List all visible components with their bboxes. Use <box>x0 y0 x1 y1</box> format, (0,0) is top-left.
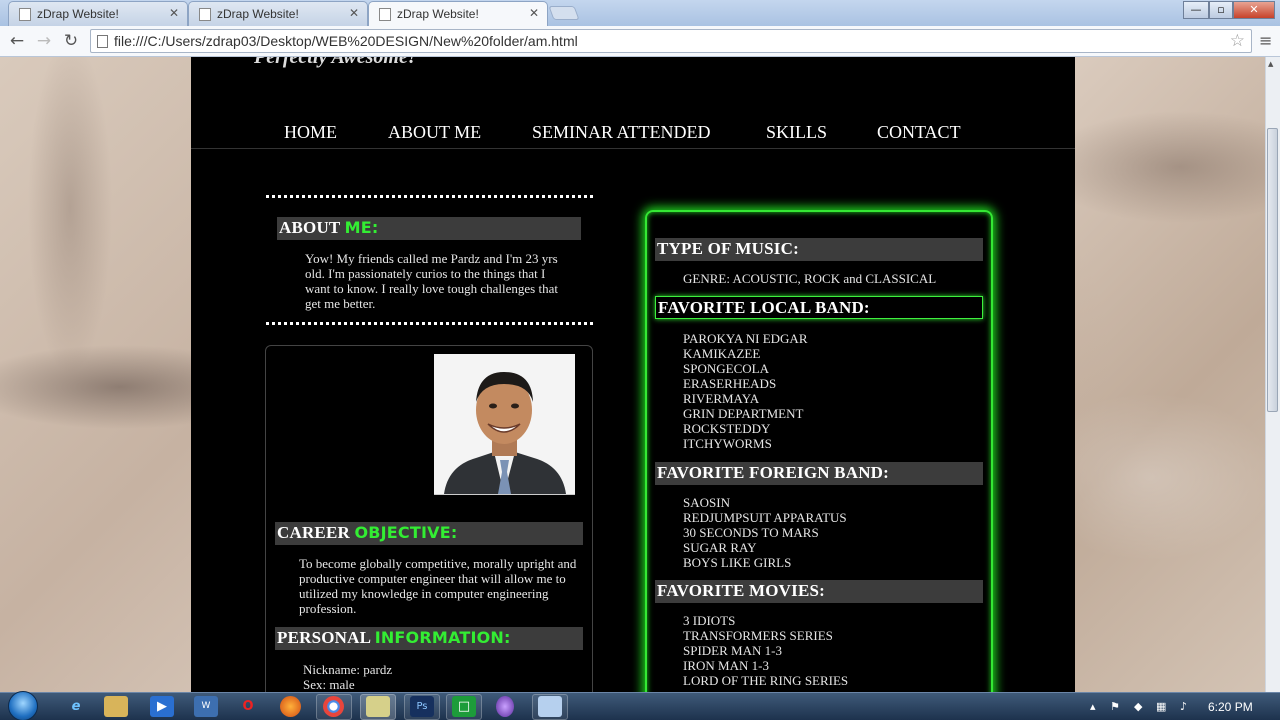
heading-accent: OBJECTIVE: <box>354 523 458 542</box>
type-of-music-heading: TYPE OF MUSIC: <box>655 238 983 261</box>
foreign-band-item: 30 SECONDS TO MARS <box>683 525 819 540</box>
divider <box>266 322 593 325</box>
music-genre: GENRE: ACOUSTIC, ROCK and CLASSICAL <box>683 271 937 286</box>
personal-sex: Sex: male <box>303 677 355 692</box>
firefox-icon[interactable] <box>280 696 301 717</box>
career-objective-text: To become globally competitive, morally … <box>299 556 577 616</box>
back-arrow-icon[interactable]: ← <box>6 30 28 52</box>
tab-1[interactable]: zDrap Website! ✕ <box>8 1 188 26</box>
forward-arrow-icon[interactable]: → <box>33 30 55 52</box>
close-tab-icon[interactable]: ✕ <box>169 6 179 20</box>
local-band-item: PAROKYA NI EDGAR <box>683 331 808 346</box>
nav-home[interactable]: HOME <box>284 122 337 143</box>
tray-flag-icon[interactable]: ⚑ <box>1110 700 1120 713</box>
tray-network-icon[interactable]: ▦ <box>1156 700 1166 713</box>
address-bar[interactable]: file:///C:/Users/zdrap03/Desktop/WEB%20D… <box>90 29 1252 53</box>
bookmark-star-icon[interactable]: ☆ <box>1230 31 1245 51</box>
local-band-item: KAMIKAZEE <box>683 346 761 361</box>
personal-information-heading: PERSONAL INFORMATION: <box>275 627 583 650</box>
page-viewport: Perfectly Awesome! HOME ABOUT ME SEMINAR… <box>0 57 1265 692</box>
maximize-button[interactable]: ▫ <box>1209 1 1233 19</box>
movie-item: TRANSFORMERS SERIES <box>683 628 833 643</box>
local-band-item: ROCKSTEDDY <box>683 421 771 436</box>
file-explorer-icon[interactable] <box>104 696 128 717</box>
site-title: Perfectly Awesome! <box>254 57 416 68</box>
new-tab-button[interactable] <box>548 6 580 20</box>
notepad-icon[interactable] <box>366 696 390 717</box>
heading-text: CAREER <box>277 523 355 542</box>
heading-text: ABOUT <box>279 218 345 237</box>
movie-item: IRON MAN 1-3 <box>683 658 769 673</box>
browser-titlebar: zDrap Website! ✕ zDrap Website! ✕ zDrap … <box>0 0 1280 26</box>
personal-nickname: Nickname: pardz <box>303 662 393 677</box>
tray-security-icon[interactable]: ◆ <box>1134 700 1142 713</box>
page-favicon-icon <box>199 8 211 21</box>
windows-taskbar: e ▶ W O Ps □ ▴ ⚑ ◆ ▦ ♪ 6:20 PM <box>0 691 1280 720</box>
foreign-band-item: BOYS LIKE GIRLS <box>683 555 792 570</box>
career-objective-heading: CAREER OBJECTIVE: <box>275 522 583 545</box>
internet-explorer-icon[interactable]: e <box>64 696 88 717</box>
favorite-foreign-band-heading: FAVORITE FOREIGN BAND: <box>655 462 983 485</box>
scroll-up-arrow-icon[interactable]: ▲ <box>1268 60 1273 68</box>
tray-arrow-icon[interactable]: ▴ <box>1090 700 1096 713</box>
foreign-band-item: REDJUMPSUIT APPARATUS <box>683 510 847 525</box>
media-player-icon[interactable]: ▶ <box>150 696 174 717</box>
tab-title: zDrap Website! <box>217 7 299 21</box>
nav-skills[interactable]: SKILLS <box>766 122 827 143</box>
foreign-band-item: SAOSIN <box>683 495 730 510</box>
movie-item: SPIDER MAN 1-3 <box>683 643 782 658</box>
local-band-item: SPONGECOLA <box>683 361 769 376</box>
camtasia-icon[interactable]: □ <box>452 696 476 717</box>
divider <box>266 195 593 198</box>
start-button[interactable] <box>8 691 38 720</box>
close-tab-icon[interactable]: ✕ <box>529 6 539 20</box>
heading-text: PERSONAL <box>277 628 375 647</box>
minimize-button[interactable]: — <box>1183 1 1209 19</box>
taskbar-clock[interactable]: 6:20 PM <box>1208 700 1253 714</box>
media-icon[interactable] <box>496 696 514 717</box>
page-icon <box>97 35 108 48</box>
about-me-text: Yow! My friends called me Pardz and I'm … <box>305 251 558 311</box>
movie-item: LORD OF THE RING SERIES <box>683 673 849 688</box>
nav-seminar-attended[interactable]: SEMINAR ATTENDED <box>532 122 711 143</box>
page-favicon-icon <box>19 8 31 21</box>
tab-title: zDrap Website! <box>37 7 119 21</box>
favorite-movies-heading: FAVORITE MOVIES: <box>655 580 983 603</box>
favorite-local-band-heading: FAVORITE LOCAL BAND: <box>655 296 983 319</box>
movie-item: 3 IDIOTS <box>683 613 736 628</box>
url-text: file:///C:/Users/zdrap03/Desktop/WEB%20D… <box>114 33 578 49</box>
window-icon[interactable] <box>538 696 562 717</box>
page-favicon-icon <box>379 8 391 21</box>
heading-accent: INFORMATION: <box>374 628 511 647</box>
heading-accent: ME: <box>344 218 379 237</box>
about-me-heading: ABOUT ME: <box>277 217 581 240</box>
photo-underline <box>434 494 575 495</box>
nav-about-me[interactable]: ABOUT ME <box>388 122 481 143</box>
tab-2[interactable]: zDrap Website! ✕ <box>188 1 368 26</box>
word-icon[interactable]: W <box>194 696 218 717</box>
nav-contact[interactable]: CONTACT <box>877 122 961 143</box>
profile-photo <box>434 354 575 494</box>
tab-3-active[interactable]: zDrap Website! ✕ <box>368 1 548 26</box>
tab-title: zDrap Website! <box>397 7 479 21</box>
tray-volume-icon[interactable]: ♪ <box>1180 700 1187 713</box>
local-band-item: RIVERMAYA <box>683 391 760 406</box>
local-band-item: ERASERHEADS <box>683 376 777 391</box>
browser-menu-icon[interactable]: ≡ <box>1259 31 1272 50</box>
opera-icon[interactable]: O <box>236 696 260 717</box>
reload-icon[interactable]: ↻ <box>60 30 82 52</box>
local-band-item: ITCHYWORMS <box>683 436 772 451</box>
local-band-item: GRIN DEPARTMENT <box>683 406 804 421</box>
close-tab-icon[interactable]: ✕ <box>349 6 359 20</box>
page-content: Perfectly Awesome! HOME ABOUT ME SEMINAR… <box>191 57 1075 692</box>
chrome-icon[interactable] <box>323 696 344 717</box>
main-nav: HOME ABOUT ME SEMINAR ATTENDED SKILLS CO… <box>191 122 1075 149</box>
close-window-button[interactable]: ✕ <box>1233 1 1275 19</box>
browser-toolbar: ← → ↻ file:///C:/Users/zdrap03/Desktop/W… <box>0 26 1280 57</box>
photoshop-icon[interactable]: Ps <box>410 696 434 717</box>
foreign-band-item: SUGAR RAY <box>683 540 757 555</box>
scrollbar-thumb[interactable] <box>1267 128 1278 412</box>
